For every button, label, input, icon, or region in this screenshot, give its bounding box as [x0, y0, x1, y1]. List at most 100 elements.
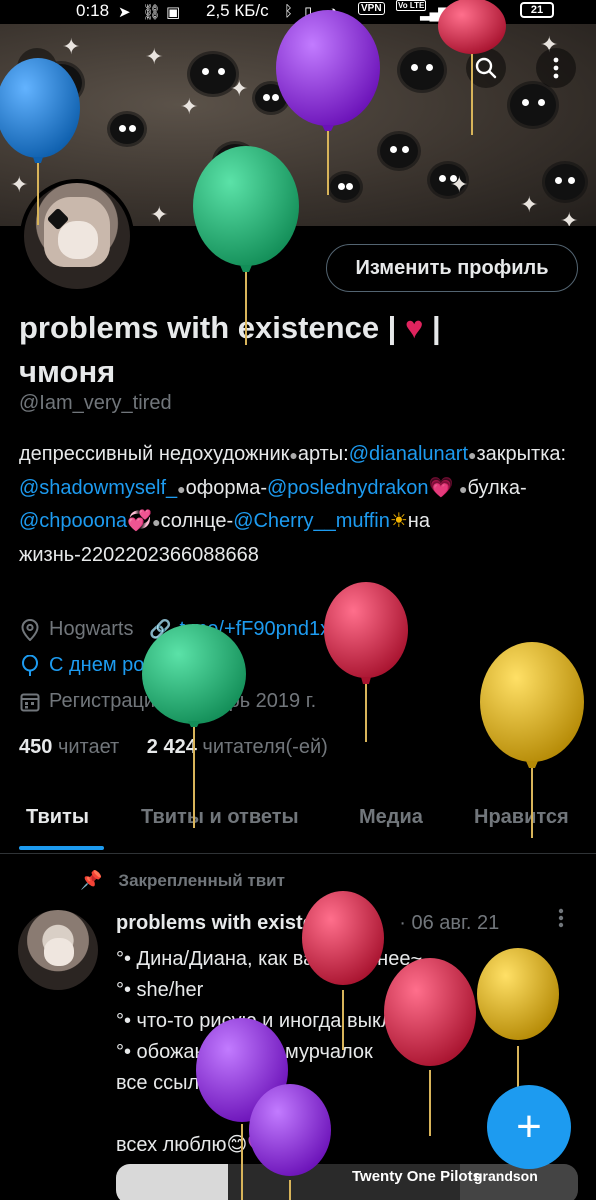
- telegram-icon: ➤: [118, 4, 131, 21]
- bio-separator: ●: [289, 447, 298, 463]
- balloon-red-mid: [324, 582, 408, 742]
- star-shape: ✦: [520, 192, 539, 217]
- soot-sprite: [215, 144, 255, 180]
- media-caption: Twenty One Pilots: [352, 1168, 481, 1185]
- followers-label: читателя(-ей): [202, 736, 328, 758]
- tweet-header: problems with existence | ... · 06 авг. …: [116, 912, 499, 935]
- soot-sprite: [510, 84, 556, 126]
- name-text: problems with existence |: [19, 310, 405, 345]
- tweet-line: °• что-то рисую и иногда выкладываю: [116, 1010, 467, 1032]
- link-icon: ⛓: [142, 4, 162, 21]
- profile-bio: депрессивный недохудожник●арты:@dianalun…: [19, 438, 585, 571]
- search-icon: [475, 57, 497, 79]
- calendar-icon: [19, 691, 41, 713]
- profile-tabs: Твиты Твиты и ответы Медиа Нравится: [0, 796, 596, 854]
- more-options-button[interactable]: [536, 48, 576, 88]
- bio-mention-link[interactable]: @Cherry__muffin: [233, 510, 390, 532]
- status-bar: 0:18 ➤ ⛓ ▣ 2,5 КБ/с ᛒ ▯ ◔ VPN Vo LTE ▂▄▆…: [0, 0, 596, 24]
- balloon-icon: [19, 654, 41, 677]
- signal-2-icon: ▂▄▆: [456, 4, 486, 21]
- back-button[interactable]: ‹: [17, 48, 57, 88]
- avatar-face: [58, 221, 98, 259]
- name-text-end: |: [423, 310, 441, 345]
- more-vertical-icon: [558, 908, 564, 928]
- pinned-label-row: 📌 Закрепленный твит: [80, 870, 285, 891]
- plus-icon: +: [516, 1102, 542, 1151]
- pin-icon: 📌: [80, 870, 103, 890]
- following-label: читает: [57, 736, 120, 758]
- bio-separator: ●: [177, 480, 186, 497]
- status-time: 0:18: [76, 1, 110, 20]
- search-button[interactable]: [466, 48, 506, 88]
- tab-tweets[interactable]: Твиты: [26, 806, 89, 829]
- back-arrow-icon: ‹: [33, 54, 41, 81]
- bio-mention-link[interactable]: @chpooona: [19, 510, 127, 532]
- tab-tweets-replies[interactable]: Твиты и ответы: [141, 806, 299, 829]
- profile-name: problems with existence | ♥ | чмоня: [19, 306, 579, 394]
- tweet-author[interactable]: problems with existence | ...: [116, 912, 382, 934]
- joined-row: Регистрация: октябрь 2019 г.: [19, 690, 316, 713]
- bio-text: закрытка:: [476, 443, 567, 465]
- location-row: Hogwarts 🔗 t.me/+fF90pnd1xXUyZ...: [19, 618, 397, 641]
- star-shape: ✦: [145, 44, 164, 69]
- tweet-line: °• she/her: [116, 979, 204, 1001]
- star-shape: ✦: [62, 34, 81, 59]
- pinned-label: Закрепленный твит: [118, 870, 285, 890]
- soot-sprite: [400, 50, 444, 90]
- birthday-text: С днем рождения!: [49, 654, 219, 676]
- tab-media[interactable]: Медиа: [359, 806, 423, 829]
- soot-sprite: [330, 174, 360, 200]
- bio-mention-link[interactable]: @dianalunart: [349, 443, 468, 465]
- bio-mention-link[interactable]: @shadowmyself_: [19, 477, 177, 499]
- bio-text: арты:: [297, 443, 349, 465]
- star-shape: ✦: [10, 172, 29, 197]
- soot-sprite: [255, 84, 287, 112]
- followers-link[interactable]: 2 424 читателя(-ей): [147, 736, 328, 758]
- tweet-more-button[interactable]: [558, 908, 564, 934]
- heart-emoji: 💗: [428, 476, 454, 499]
- active-tab-indicator: [19, 846, 104, 850]
- star-shape: ✦: [150, 202, 169, 226]
- tab-likes[interactable]: Нравится: [474, 806, 569, 829]
- alarm-icon: ◔: [328, 3, 338, 20]
- following-link[interactable]: 450 читает: [19, 736, 119, 758]
- tweet-media[interactable]: Twenty One Pilots grandson: [116, 1164, 578, 1200]
- star-shape: ✦: [560, 208, 579, 227]
- profile-avatar[interactable]: [20, 179, 134, 293]
- compose-tweet-button[interactable]: +: [487, 1085, 571, 1169]
- vpn-badge: VPN: [358, 2, 385, 15]
- heart-icon: ♥: [404, 310, 424, 345]
- net-speed: 2,5 КБ/с: [206, 1, 269, 20]
- avatar-face: [44, 938, 74, 966]
- media-image: [116, 1164, 228, 1200]
- bio-text: оформа-: [185, 476, 267, 499]
- edit-profile-button[interactable]: Изменить профиль: [326, 244, 578, 292]
- tweet-date[interactable]: · 06 авг. 21: [399, 912, 499, 934]
- wifi-icon: ◠: [488, 4, 502, 21]
- bio-text: депрессивный недохудожник: [19, 443, 290, 465]
- sun-emoji: ☀: [389, 510, 408, 532]
- star-shape: ✦: [450, 172, 469, 197]
- soot-sprite: [380, 134, 418, 168]
- website-link[interactable]: t.me/+fF90pnd1xXUyZ...: [179, 618, 396, 641]
- follow-stats: 450 читает 2 424 читателя(-ей): [19, 736, 328, 759]
- name-line-2: чмоня: [19, 354, 116, 389]
- more-vertical-icon: [553, 57, 559, 79]
- battery-icon: 21: [520, 2, 554, 18]
- signal-icon: ▂▄▆: [420, 4, 450, 21]
- following-count: 450: [19, 736, 53, 758]
- bluetooth-icon: ᛒ: [284, 3, 294, 20]
- soot-sprite: [110, 114, 144, 144]
- location-text: Hogwarts: [49, 618, 134, 640]
- bio-text: булка-: [467, 476, 527, 499]
- link-icon: 🔗: [149, 619, 172, 639]
- mute-icon: ▯: [304, 4, 313, 21]
- tweet-avatar[interactable]: [18, 910, 98, 990]
- bio-separator: ●: [152, 514, 161, 530]
- tweet-line: °• Дина/Диана, как вам удобнее~: [116, 948, 423, 970]
- bio-mention-link[interactable]: @poslednydrakon: [267, 477, 429, 499]
- media-caption: grandson: [474, 1168, 538, 1184]
- location-pin-icon: [19, 618, 41, 641]
- star-shape: ✦: [180, 94, 199, 119]
- bio-text: солнце-: [160, 510, 234, 532]
